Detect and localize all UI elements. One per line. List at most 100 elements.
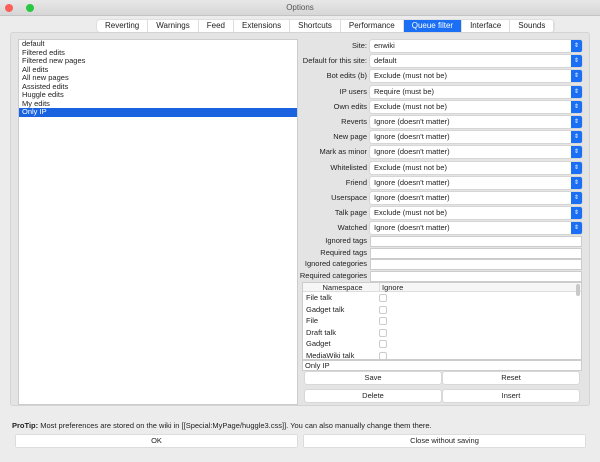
text-field-label: Ignored tags [325,236,367,245]
chevron-updown-icon: ⇕ [571,161,582,174]
queue-name-input[interactable]: Only IP [302,360,582,371]
ignore-checkbox[interactable] [379,317,387,325]
table-row[interactable]: File [303,315,581,327]
zoom-window-button[interactable] [26,4,34,12]
scrollbar[interactable] [576,284,580,296]
chevron-updown-icon: ⇕ [571,222,582,235]
filter-label: Reverts [341,117,367,126]
filter-label: Talk page [334,208,367,218]
chevron-updown-icon: ⇕ [571,100,582,113]
ignore-checkbox[interactable] [379,340,387,348]
text-field-input[interactable] [370,236,582,247]
ignore-checkbox[interactable] [379,328,387,337]
filter-select[interactable]: Exclude (must not be) ⇕ [370,207,582,220]
filter-label: Site: [351,41,367,50]
text-field-input[interactable] [370,259,582,271]
tab-interface[interactable]: Interface [462,20,511,32]
chevron-updown-icon: ⇕ [571,70,582,83]
tab-reverting[interactable]: Reverting [97,20,149,32]
filter-select-value: default [374,56,397,66]
filter-select-value: Exclude (must not be) [374,208,447,218]
filter-label: Default for this site: [302,56,367,66]
window-title: Options [286,3,314,12]
filter-select-value: Ignore (doesn't matter) [374,147,450,157]
text-field-input[interactable] [370,270,582,282]
table-row[interactable]: Gadget [303,338,581,350]
filter-select[interactable]: default ⇕ [370,55,582,68]
ignore-header[interactable]: Ignore [379,283,403,292]
filter-select[interactable]: Ignore (doesn't matter) ⇕ [370,222,582,235]
filter-select[interactable]: Ignore (doesn't matter) ⇕ [370,146,582,159]
filter-select-value: Exclude (must not be) [374,101,447,111]
close-without-saving-button[interactable]: Close without saving [304,435,585,447]
chevron-updown-icon: ⇕ [571,176,582,189]
filter-label: IP users [339,86,367,96]
text-field-label: Required categories [299,270,367,280]
namespace-name: Draft talk [306,327,337,337]
filter-select-value: Ignore (doesn't matter) [374,132,450,142]
filter-select[interactable]: Exclude (must not be) ⇕ [370,100,582,113]
tab-shortcuts[interactable]: Shortcuts [290,20,341,32]
filter-select[interactable]: Exclude (must not be) ⇕ [370,161,582,174]
tab-extensions[interactable]: Extensions [234,20,291,32]
chevron-updown-icon: ⇕ [571,207,582,220]
tab-feed[interactable]: Feed [199,20,234,32]
filter-label: Own edits [333,101,367,111]
chevron-updown-icon: ⇕ [571,85,582,98]
namespace-name: Gadget [306,339,331,348]
namespace-table[interactable]: Namespace Ignore File talk Gadget talk File… [302,282,582,360]
filter-select[interactable]: Exclude (must not be) ⇕ [370,70,582,83]
filter-select-value: Require (must be) [374,86,435,96]
namespace-name: File talk [306,293,332,302]
filter-label: New page [333,132,367,142]
filter-select[interactable]: Ignore (doesn't matter) ⇕ [370,131,582,144]
tab-sounds[interactable]: Sounds [510,20,555,32]
filter-select-value: enwiki [374,41,395,50]
protip-text: Most preferences are stored on the wiki … [38,421,432,430]
chevron-updown-icon: ⇕ [571,146,582,159]
table-row[interactable]: File talk [303,292,581,304]
filter-label: Bot edits (b) [326,71,367,81]
text-field-label: Required tags [320,247,367,257]
text-field-label: Ignored categories [304,259,367,269]
ignore-checkbox[interactable] [379,294,387,302]
tab-warnings[interactable]: Warnings [148,20,199,32]
filter-select[interactable]: Ignore (doesn't matter) ⇕ [370,116,582,128]
title-bar: Options [0,0,600,16]
chevron-updown-icon: ⇕ [571,116,582,128]
save-button[interactable]: Save [305,372,441,384]
filter-select[interactable]: Ignore (doesn't matter) ⇕ [370,176,582,189]
filter-select[interactable]: Require (must be) ⇕ [370,85,582,98]
table-row[interactable]: Draft talk [303,327,581,339]
tab-queue-filter[interactable]: Queue filter [403,20,463,32]
chevron-updown-icon: ⇕ [571,40,582,52]
filter-select-value: Ignore (doesn't matter) [374,177,450,187]
text-field-input[interactable] [370,247,582,259]
close-window-button[interactable] [5,4,13,12]
reset-button[interactable]: Reset [443,372,579,384]
filter-label: Userspace [331,193,367,202]
filter-select-value: Ignore (doesn't matter) [374,117,450,126]
chevron-updown-icon: ⇕ [571,131,582,144]
namespace-name: Gadget talk [306,304,345,314]
filter-select-value: Exclude (must not be) [374,162,447,172]
filter-select-value: Ignore (doesn't matter) [374,223,450,233]
delete-button[interactable]: Delete [305,390,441,402]
filter-select-value: Exclude (must not be) [374,71,447,81]
filter-select[interactable]: enwiki ⇕ [370,40,582,52]
ignore-checkbox[interactable] [379,351,387,360]
filter-label: Mark as minor [319,147,367,157]
tab-performance[interactable]: Performance [341,20,404,32]
filter-label: Watched [337,223,367,233]
namespace-name: File [306,316,319,325]
ok-button[interactable]: OK [16,435,297,447]
chevron-updown-icon: ⇕ [571,55,582,68]
filter-select[interactable]: Ignore (doesn't matter) ⇕ [370,192,582,204]
namespace-header[interactable]: Namespace [303,283,379,292]
table-row[interactable]: Gadget talk [303,304,581,316]
ignore-checkbox[interactable] [379,305,387,314]
insert-button[interactable]: Insert [443,390,579,402]
filter-label: Whitelisted [330,162,367,172]
tab-bar: Reverting Warnings Feed Extensions Shortcuts… [97,20,555,32]
chevron-updown-icon: ⇕ [571,192,582,204]
